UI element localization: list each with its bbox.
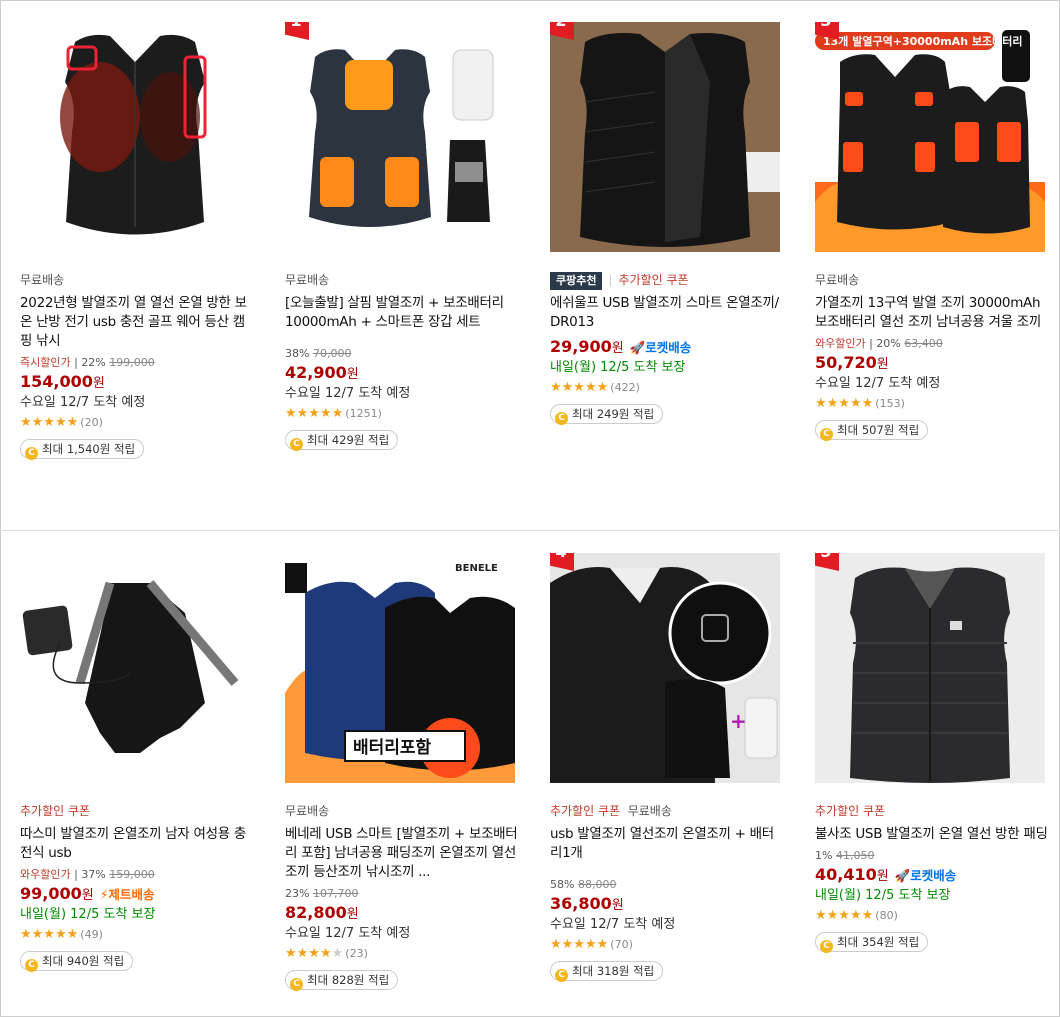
delivery-info: 수요일 12/7 도착 예정 <box>285 926 411 941</box>
reward-badge: C 최대 1,540원 적립 <box>20 439 145 460</box>
product-title[interactable]: 에쉬울프 USB 발열조끼 스마트 온열조끼/ DR013 <box>550 294 785 332</box>
discount-info: 1% 41,050 <box>815 849 875 862</box>
free-shipping-tag: 무료배송 <box>285 804 330 818</box>
product-image[interactable]: 1 <box>285 22 515 252</box>
product-card[interactable]: 5 추가할인 쿠폰 불사조 USB 발열조끼 온열 열선 방한 패딩 1% 41… <box>797 532 1060 1017</box>
coin-icon: C <box>290 438 303 451</box>
product-image[interactable]: 2 <box>550 22 780 252</box>
delivery-info: 내일(월) 12/5 도착 보장 <box>815 888 951 903</box>
free-shipping-tag: 무료배송 <box>815 273 860 287</box>
discount-info: 58% 88,000 <box>550 878 617 891</box>
product-title[interactable]: usb 발열조끼 열선조끼 온열조끼 + 배터리1개 <box>550 825 785 863</box>
discount-info: 와우할인가 | 20% 63,400 <box>815 337 943 350</box>
product-card[interactable]: 13개 발열구역+30000mAh 보조배터리 3 무료배송 가열조끼 13구역… <box>797 1 1060 530</box>
product-grid: 무료배송 2022년형 발열조끼 열 열선 온열 방한 보온 난방 전기 usb… <box>0 0 1060 1017</box>
coin-icon: C <box>820 940 833 953</box>
product-card[interactable]: 추가할인 쿠폰 따스미 발열조끼 온열조끼 남자 여성용 충전식 usb 와우할… <box>2 532 267 1017</box>
promo-tags: 추가할인 쿠폰 무료배송 <box>550 804 672 818</box>
rating: ★★★★★ (23) <box>285 946 368 961</box>
rating: ★★★★★ (422) <box>550 380 640 395</box>
product-card[interactable]: 2 쿠팡추천|추가할인 쿠폰 에쉬울프 USB 발열조끼 스마트 온열조끼/ D… <box>532 1 797 530</box>
price: 50,720원 <box>815 353 889 372</box>
image-banner-text: 13개 발열구역+30000mAh 보조배터리 <box>823 34 1022 48</box>
coupang-pick-badge: 쿠팡추천 <box>550 272 603 290</box>
product-image[interactable] <box>20 553 250 783</box>
product-title[interactable]: [오늘출발] 살핌 발열조끼 + 보조배터리 10000mAh + 스마트폰 장… <box>285 294 520 332</box>
free-shipping-tag: 무료배송 <box>285 273 330 287</box>
promo-tags: 추가할인 쿠폰 <box>20 804 91 818</box>
rocket-delivery-badge: 🚀로켓배송 <box>629 340 692 355</box>
discount-info: 23% 107,700 <box>285 887 359 900</box>
product-card[interactable]: 1 무료배송 [오늘출발] 살핌 발열조끼 + 보조배터리 10000mAh +… <box>267 1 532 530</box>
coin-icon: C <box>290 978 303 991</box>
promo-tags: 추가할인 쿠폰 <box>815 804 886 818</box>
rating: ★★★★★ (70) <box>550 937 633 952</box>
product-row: 추가할인 쿠폰 따스미 발열조끼 온열조끼 남자 여성용 충전식 usb 와우할… <box>2 532 1060 1017</box>
product-image[interactable]: + 4 <box>550 553 780 783</box>
price: 82,800원 <box>285 903 359 922</box>
product-card[interactable]: + 4 추가할인 쿠폰 무료배송 usb 발열조끼 열선조끼 온열조끼 + 배터… <box>532 532 797 1017</box>
rating: ★★★★★ (49) <box>20 927 103 942</box>
discount-info: 와우할인가 | 37% 159,000 <box>20 868 155 881</box>
product-image[interactable]: 배터리포함 BENELE <box>285 553 515 783</box>
price: 40,410원 🚀로켓배송 <box>815 864 1050 886</box>
product-card[interactable]: 무료배송 2022년형 발열조끼 열 열선 온열 방한 보온 난방 전기 usb… <box>2 1 267 530</box>
promo-tags: 쿠팡추천 | 추가할인 쿠폰 <box>550 271 785 290</box>
rating: ★★★★★ (153) <box>815 396 905 411</box>
reward-badge: C 최대 828원 적립 <box>285 970 399 991</box>
coin-icon: C <box>555 412 568 425</box>
discount-info: 38% 70,000 <box>285 347 352 360</box>
coin-icon: C <box>25 447 38 460</box>
rating: ★★★★★ (20) <box>20 415 103 430</box>
image-brand-text: BENELE <box>455 563 498 574</box>
price: 154,000원 <box>20 372 105 391</box>
delivery-info: 수요일 12/7 도착 예정 <box>20 395 146 410</box>
product-title[interactable]: 2022년형 발열조끼 열 열선 온열 방한 보온 난방 전기 usb 충전 골… <box>20 294 255 351</box>
product-image[interactable] <box>20 22 250 252</box>
reward-badge: C 최대 249원 적립 <box>550 404 664 425</box>
delivery-info: 수요일 12/7 도착 예정 <box>285 386 411 401</box>
product-title[interactable]: 베네레 USB 스마트 [발열조끼 + 보조배터리 포함] 남녀공용 패딩조끼 … <box>285 825 520 882</box>
free-shipping-tag: 무료배송 <box>20 273 65 287</box>
product-title[interactable]: 불사조 USB 발열조끼 온열 열선 방한 패딩 <box>815 825 1050 844</box>
price: 29,900원 🚀로켓배송 <box>550 336 785 358</box>
image-battery-text: 배터리포함 <box>353 737 432 758</box>
price: 99,000원 ⚡제트배송 <box>20 883 255 905</box>
delivery-info: 내일(월) 12/5 도착 보장 <box>20 907 156 922</box>
discount-info: 즉시할인가 | 22% 199,000 <box>20 356 155 369</box>
product-image[interactable]: 5 <box>815 553 1045 783</box>
product-title[interactable]: 따스미 발열조끼 온열조끼 남자 여성용 충전식 usb <box>20 825 255 863</box>
delivery-info: 수요일 12/7 도착 예정 <box>815 376 941 391</box>
product-title[interactable]: 가열조끼 13구역 발열 조끼 30000mAh 보조배터리 열선 조끼 남녀공… <box>815 294 1050 332</box>
reward-badge: C 최대 429원 적립 <box>285 430 399 451</box>
delivery-info: 내일(월) 12/5 도착 보장 <box>550 360 686 375</box>
coin-icon: C <box>555 969 568 982</box>
coin-icon: C <box>820 428 833 441</box>
product-image[interactable]: 13개 발열구역+30000mAh 보조배터리 3 <box>815 22 1045 252</box>
coin-icon: C <box>25 959 38 972</box>
product-card[interactable]: 배터리포함 BENELE 무료배송 베네레 USB 스마트 [발열조끼 + 보조… <box>267 532 532 1017</box>
rocket-delivery-badge: 🚀로켓배송 <box>894 868 957 883</box>
reward-badge: C 최대 354원 적립 <box>815 932 929 953</box>
delivery-info: 수요일 12/7 도착 예정 <box>550 917 676 932</box>
reward-badge: C 최대 318원 적립 <box>550 961 664 982</box>
jet-delivery-badge: ⚡제트배송 <box>99 887 155 902</box>
svg-text:+: + <box>730 709 747 733</box>
reward-badge: C 최대 507원 적립 <box>815 420 929 441</box>
rating: ★★★★★ (80) <box>815 908 898 923</box>
product-row: 무료배송 2022년형 발열조끼 열 열선 온열 방한 보온 난방 전기 usb… <box>2 1 1060 531</box>
reward-badge: C 최대 940원 적립 <box>20 951 134 972</box>
rating: ★★★★★ (1251) <box>285 406 382 421</box>
price: 42,900원 <box>285 363 359 382</box>
price: 36,800원 <box>550 894 624 913</box>
